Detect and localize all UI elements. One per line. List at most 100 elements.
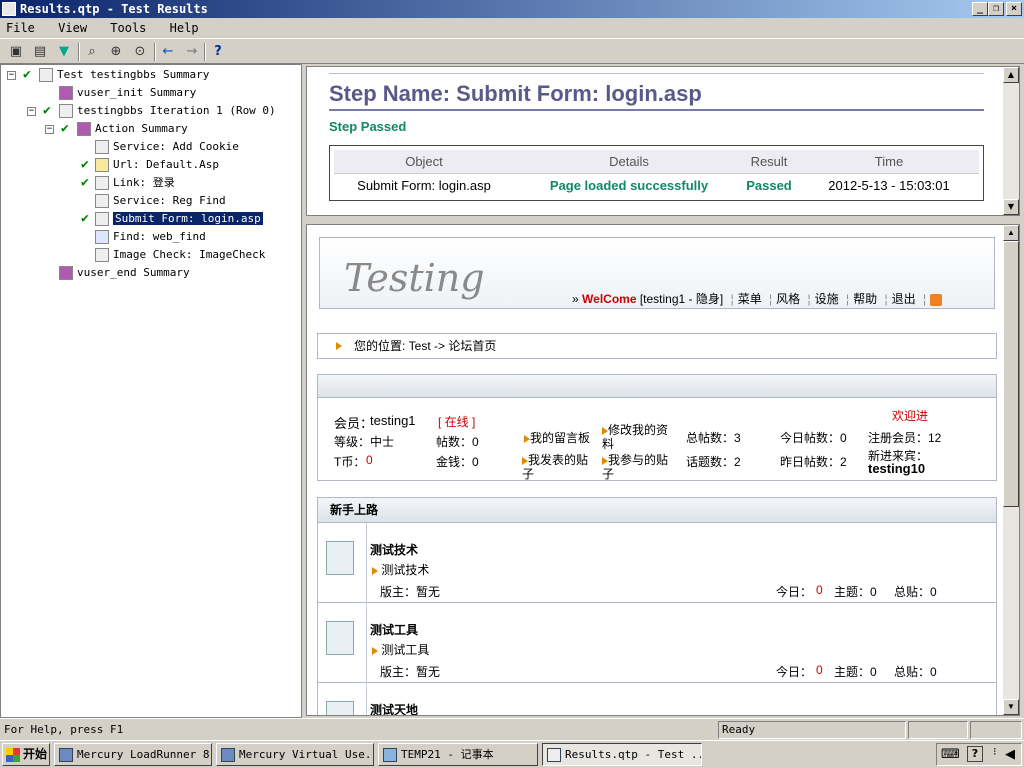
arrow-icon bbox=[372, 646, 378, 655]
toolbar-separator bbox=[78, 43, 80, 61]
help-icon[interactable]: ? bbox=[208, 42, 228, 62]
nav-link-help[interactable]: 帮助 bbox=[853, 292, 877, 306]
forward-arrow-icon[interactable]: → bbox=[182, 42, 202, 62]
tree-node-link-login[interactable]: Link: 登录 bbox=[95, 175, 175, 191]
nav-link-settings[interactable]: 设施 bbox=[815, 292, 839, 306]
forum-subforum[interactable]: 测试技术 bbox=[372, 561, 429, 578]
member-name[interactable]: testing1 bbox=[370, 413, 416, 428]
forum-today-count: 0 bbox=[816, 583, 823, 597]
status-panel bbox=[970, 721, 1022, 739]
status-help-text: For Help, press F1 bbox=[4, 723, 124, 736]
tree-node-vuser-init[interactable]: vuser_init Summary bbox=[59, 85, 196, 101]
speaker-icon[interactable]: ◀ bbox=[1005, 747, 1015, 762]
rss-icon[interactable] bbox=[930, 293, 943, 306]
top-nav: » WelCome [testing1 - 隐身] ¦ 菜单 ¦ 风格 ¦ 设施 ¦ 帮… bbox=[572, 290, 943, 307]
tree-node-service-add-cookie[interactable]: Service: Add Cookie bbox=[95, 139, 239, 155]
zoom-icon[interactable]: ⊙ bbox=[130, 42, 150, 62]
forum-icon bbox=[326, 701, 354, 715]
forum-subforum[interactable]: 测试工具 bbox=[372, 641, 429, 658]
vertical-scrollbar[interactable]: ▲ ▼ bbox=[1003, 67, 1019, 215]
service-icon bbox=[95, 140, 109, 154]
edit-profile-link[interactable]: 修改我的资料 bbox=[602, 423, 674, 451]
window-title: Results.qtp - Test Results bbox=[20, 2, 208, 16]
site-logo: Testing bbox=[344, 256, 485, 300]
tree-node-service-reg-find[interactable]: Service: Reg Find bbox=[95, 193, 226, 209]
tree-node-url-default[interactable]: Url: Default.Asp bbox=[95, 157, 219, 173]
task-loadrunner[interactable]: Mercury LoadRunner 8.1 bbox=[54, 743, 212, 766]
nav-user[interactable]: [testing1 - 隐身] bbox=[640, 292, 723, 306]
image-check-icon bbox=[95, 248, 109, 262]
vertical-scrollbar[interactable]: ▲ ▼ bbox=[1003, 225, 1019, 715]
task-results[interactable]: Results.qtp - Test ... bbox=[542, 743, 702, 766]
header-details: Details bbox=[609, 154, 649, 169]
forum-row: 测试技术 测试技术 版主：暂无 今日： 0 主题：0 总贴：0 bbox=[317, 523, 997, 603]
start-button[interactable]: 开始 bbox=[2, 743, 50, 766]
member-level: 等级：中士 bbox=[334, 435, 395, 449]
scroll-thumb[interactable] bbox=[1003, 241, 1019, 507]
menu-help[interactable]: Help bbox=[170, 21, 199, 35]
nav-link-logout[interactable]: 退出 bbox=[892, 292, 916, 306]
scroll-up-icon[interactable]: ▲ bbox=[1003, 225, 1019, 241]
forum-title[interactable]: 测试天地 bbox=[370, 701, 418, 715]
task-virtual-user[interactable]: Mercury Virtual Use... bbox=[216, 743, 374, 766]
scroll-up-icon[interactable]: ▲ bbox=[1003, 67, 1019, 83]
cell-time: 2012-5-13 - 15:03:01 bbox=[828, 178, 950, 193]
cell-details: Page loaded successfully bbox=[549, 178, 709, 193]
nav-link-style[interactable]: 风格 bbox=[776, 292, 800, 306]
back-arrow-icon[interactable]: ← bbox=[158, 42, 178, 62]
help-icon[interactable]: ? bbox=[967, 746, 983, 762]
test-icon bbox=[39, 68, 53, 82]
menu-view[interactable]: View bbox=[58, 21, 87, 35]
toolbar-separator bbox=[204, 43, 206, 61]
collapse-icon[interactable]: − bbox=[27, 107, 36, 116]
header-time: Time bbox=[874, 154, 904, 169]
restore-button[interactable]: ❐ bbox=[988, 2, 1004, 16]
toolbar: ▣ ▤ ▼ ⌕ ⊕ ⊙ ← → ? bbox=[0, 38, 1024, 64]
joined-posts-link[interactable]: 我参与的贴子 bbox=[602, 453, 674, 481]
action-icon bbox=[59, 86, 73, 100]
cell-result: Passed bbox=[746, 178, 792, 193]
nav-link-menu[interactable]: 菜单 bbox=[738, 292, 762, 306]
forum-today-label: 今日： bbox=[776, 585, 813, 599]
breadcrumb: 您的位置: Test -> 论坛首页 bbox=[317, 333, 997, 359]
menu-file[interactable]: File bbox=[6, 21, 35, 35]
total-posts: 总帖数：3 bbox=[686, 431, 741, 445]
newest-user[interactable]: testing10 bbox=[868, 461, 925, 476]
tree-node-iteration[interactable]: testingbbs Iteration 1 (Row 0) bbox=[59, 103, 276, 119]
tree-node-image-check[interactable]: Image Check: ImageCheck bbox=[95, 247, 265, 263]
zoom-in-icon[interactable]: ⊕ bbox=[106, 42, 126, 62]
print-icon[interactable]: ▤ bbox=[30, 42, 50, 62]
online-status: [ 在线 ] bbox=[438, 415, 476, 429]
tree-node-action-summary[interactable]: Action Summary bbox=[77, 121, 188, 137]
open-icon[interactable]: ▣ bbox=[6, 42, 26, 62]
action-icon bbox=[59, 266, 73, 280]
close-button[interactable]: × bbox=[1006, 2, 1022, 16]
task-notepad[interactable]: TEMP21 - 记事本 bbox=[378, 743, 538, 766]
system-tray: ⌨ ? ⁝ ◀ bbox=[936, 743, 1022, 766]
tree-node-test-summary[interactable]: Test testingbbs Summary bbox=[39, 67, 209, 83]
menu-tools[interactable]: Tools bbox=[110, 21, 146, 35]
my-board-link[interactable]: 我的留言板 bbox=[524, 429, 590, 446]
app-icon bbox=[2, 2, 16, 16]
scroll-down-icon[interactable]: ▼ bbox=[1003, 699, 1019, 715]
find-icon[interactable]: ⌕ bbox=[82, 42, 102, 62]
my-posts-link[interactable]: 我发表的贴子 bbox=[522, 453, 594, 481]
filter-icon[interactable]: ▼ bbox=[54, 42, 74, 62]
forum-today-count: 0 bbox=[816, 663, 823, 677]
forum-title[interactable]: 测试工具 bbox=[370, 621, 418, 638]
scroll-down-icon[interactable]: ▼ bbox=[1003, 199, 1019, 215]
tree-node-vuser-end[interactable]: vuser_end Summary bbox=[59, 265, 190, 281]
action-icon bbox=[77, 122, 91, 136]
minimize-button[interactable]: _ bbox=[972, 2, 988, 16]
collapse-icon[interactable]: − bbox=[45, 125, 54, 134]
keyboard-icon[interactable]: ⌨ bbox=[941, 747, 960, 762]
tree-node-find-web-find[interactable]: Find: web_find bbox=[95, 229, 206, 245]
collapse-icon[interactable]: − bbox=[7, 71, 16, 80]
check-icon: ✔ bbox=[61, 121, 69, 136]
forum-title[interactable]: 测试技术 bbox=[370, 541, 418, 558]
network-icon[interactable]: ⁝ bbox=[993, 745, 997, 758]
tree-node-submit-form[interactable]: Submit Form: login.asp bbox=[95, 211, 263, 227]
service-icon bbox=[95, 194, 109, 208]
check-icon: ✔ bbox=[43, 103, 51, 118]
form-icon bbox=[95, 212, 109, 226]
